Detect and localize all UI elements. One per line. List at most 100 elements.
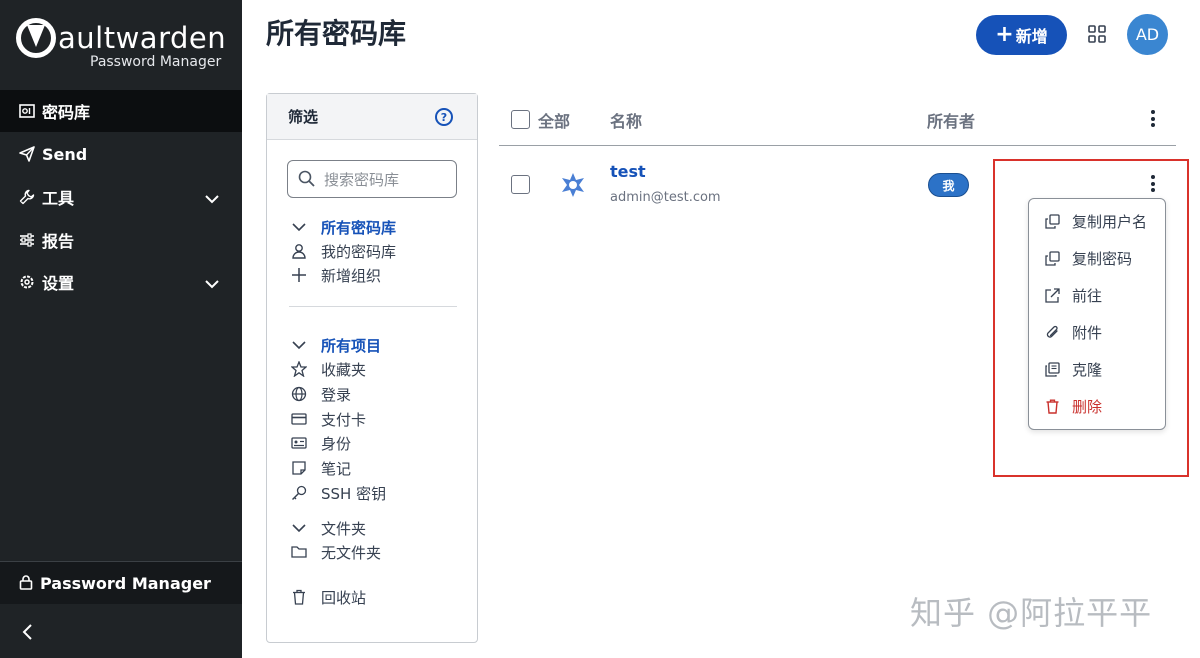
collapse-sidebar-button[interactable] xyxy=(18,622,38,642)
sidebar-item-tools[interactable]: 工具 xyxy=(0,176,242,218)
wrench-icon xyxy=(18,188,36,206)
new-item-button[interactable]: + 新增 xyxy=(976,15,1067,55)
product-switcher-grid-icon[interactable] xyxy=(1088,25,1106,43)
menu-label: 删除 xyxy=(1072,397,1103,416)
logo-subtitle: Password Manager xyxy=(90,54,222,70)
filter-login[interactable]: 登录 xyxy=(289,383,351,405)
logo-wordmark: aultwarden xyxy=(58,21,227,55)
chevron-down-icon xyxy=(289,335,309,355)
chevron-left-icon xyxy=(22,624,32,640)
filter-favorites[interactable]: 收藏夹 xyxy=(289,358,366,380)
filter-new-organization[interactable]: 新增组织 xyxy=(289,264,381,286)
menu-launch[interactable]: 前往 xyxy=(1044,283,1102,307)
filter-divider xyxy=(289,306,457,307)
account-avatar[interactable]: AD xyxy=(1127,14,1168,55)
sidebar-item-label: 设置 xyxy=(42,274,75,293)
filter-ssh-key[interactable]: SSH 密钥 xyxy=(289,482,386,504)
credit-card-icon xyxy=(289,409,309,429)
key-icon xyxy=(289,483,309,503)
site-favicon-icon xyxy=(560,172,586,198)
filter-trash[interactable]: 回收站 xyxy=(289,586,366,608)
menu-delete[interactable]: 删除 xyxy=(1044,394,1102,418)
folder-icon xyxy=(289,542,309,562)
menu-attachments[interactable]: 附件 xyxy=(1044,320,1102,344)
chevron-down-icon xyxy=(204,274,220,293)
paper-plane-icon xyxy=(18,145,36,163)
product-switcher-password-manager[interactable]: Password Manager xyxy=(0,561,242,604)
filter-label: 我的密码库 xyxy=(321,242,397,261)
clone-icon xyxy=(1044,361,1060,377)
help-icon[interactable]: ? xyxy=(435,108,453,126)
select-all-checkbox[interactable] xyxy=(511,110,530,129)
column-all[interactable]: 全部 xyxy=(538,108,570,132)
menu-copy-username[interactable]: 复制用户名 xyxy=(1044,209,1147,233)
search-icon xyxy=(298,170,315,187)
menu-label: 前往 xyxy=(1072,286,1103,305)
gear-icon xyxy=(18,273,36,291)
column-name[interactable]: 名称 xyxy=(610,108,642,132)
chevron-down-icon xyxy=(204,189,220,208)
filter-label: 无文件夹 xyxy=(321,543,382,562)
filter-label: 收藏夹 xyxy=(321,360,367,379)
logo-v-icon xyxy=(16,18,56,58)
row-checkbox[interactable] xyxy=(511,175,530,194)
sidebar-item-send[interactable]: Send xyxy=(0,133,242,175)
menu-label: 附件 xyxy=(1072,323,1103,342)
external-link-icon xyxy=(1044,287,1060,303)
search-placeholder: 搜索密码库 xyxy=(324,170,400,189)
new-button-label: 新增 xyxy=(1015,27,1048,46)
sidebar-item-label: 工具 xyxy=(42,189,75,208)
search-input[interactable]: 搜索密码库 xyxy=(287,160,457,198)
filter-panel: 筛选 ? 搜索密码库 所有密码库 我的密码库 新增组织 所有项目 收藏夹 登录 … xyxy=(266,93,478,643)
row-actions-menu: 复制用户名 复制密码 前往 附件 克隆 删除 xyxy=(1028,198,1166,430)
plus-icon: + xyxy=(995,22,1014,47)
filter-all-vaults[interactable]: 所有密码库 xyxy=(289,216,396,238)
filter-folders[interactable]: 文件夹 xyxy=(289,517,366,539)
filter-all-items[interactable]: 所有项目 xyxy=(289,334,381,356)
menu-label: 克隆 xyxy=(1072,360,1103,379)
lock-icon xyxy=(18,574,36,592)
menu-clone[interactable]: 克隆 xyxy=(1044,357,1102,381)
trash-icon xyxy=(1044,398,1060,414)
sticky-note-icon xyxy=(289,458,309,478)
sidebar-item-settings[interactable]: 设置 xyxy=(0,261,242,303)
filter-title: 筛选 xyxy=(288,108,319,126)
filter-label: 回收站 xyxy=(321,588,367,607)
filter-card[interactable]: 支付卡 xyxy=(289,408,366,430)
sidebar: aultwarden Password Manager 密码库 Send 工具 … xyxy=(0,0,242,658)
filter-label: 支付卡 xyxy=(321,410,367,429)
sidebar-item-label: 报告 xyxy=(42,232,75,251)
menu-copy-password[interactable]: 复制密码 xyxy=(1044,246,1132,270)
star-icon xyxy=(289,359,309,379)
sliders-icon xyxy=(18,231,36,249)
filter-no-folder[interactable]: 无文件夹 xyxy=(289,541,381,563)
filter-label: 所有项目 xyxy=(321,336,382,355)
bulk-actions-kebab-icon[interactable] xyxy=(1151,110,1155,130)
vault-table-header: 全部 名称 所有者 xyxy=(499,96,1176,146)
paperclip-icon xyxy=(1044,324,1060,340)
vaultwarden-logo[interactable]: aultwarden Password Manager xyxy=(16,18,226,74)
trash-icon xyxy=(289,587,309,607)
chevron-down-icon xyxy=(289,518,309,538)
sidebar-item-reports[interactable]: 报告 xyxy=(0,219,242,261)
filter-label: 登录 xyxy=(321,385,352,404)
menu-label: 复制密码 xyxy=(1072,249,1133,268)
id-card-icon xyxy=(289,433,309,453)
filter-label: SSH 密钥 xyxy=(321,484,387,503)
filter-header: 筛选 ? xyxy=(267,94,477,140)
filter-note[interactable]: 笔记 xyxy=(289,457,351,479)
sidebar-item-label: Send xyxy=(42,144,88,164)
sidebar-item-vault[interactable]: 密码库 xyxy=(0,90,242,132)
column-owner[interactable]: 所有者 xyxy=(927,108,975,132)
filter-label: 所有密码库 xyxy=(321,218,397,237)
filter-identity[interactable]: 身份 xyxy=(289,432,351,454)
filter-label: 笔记 xyxy=(321,459,352,478)
vault-icon xyxy=(18,102,36,120)
menu-label: 复制用户名 xyxy=(1072,212,1148,231)
product-label: Password Manager xyxy=(40,573,211,593)
copy-icon xyxy=(1044,213,1060,229)
item-name-link[interactable]: test xyxy=(610,162,646,181)
filter-label: 新增组织 xyxy=(321,266,382,285)
filter-my-vault[interactable]: 我的密码库 xyxy=(289,240,396,262)
plus-icon xyxy=(289,265,309,285)
